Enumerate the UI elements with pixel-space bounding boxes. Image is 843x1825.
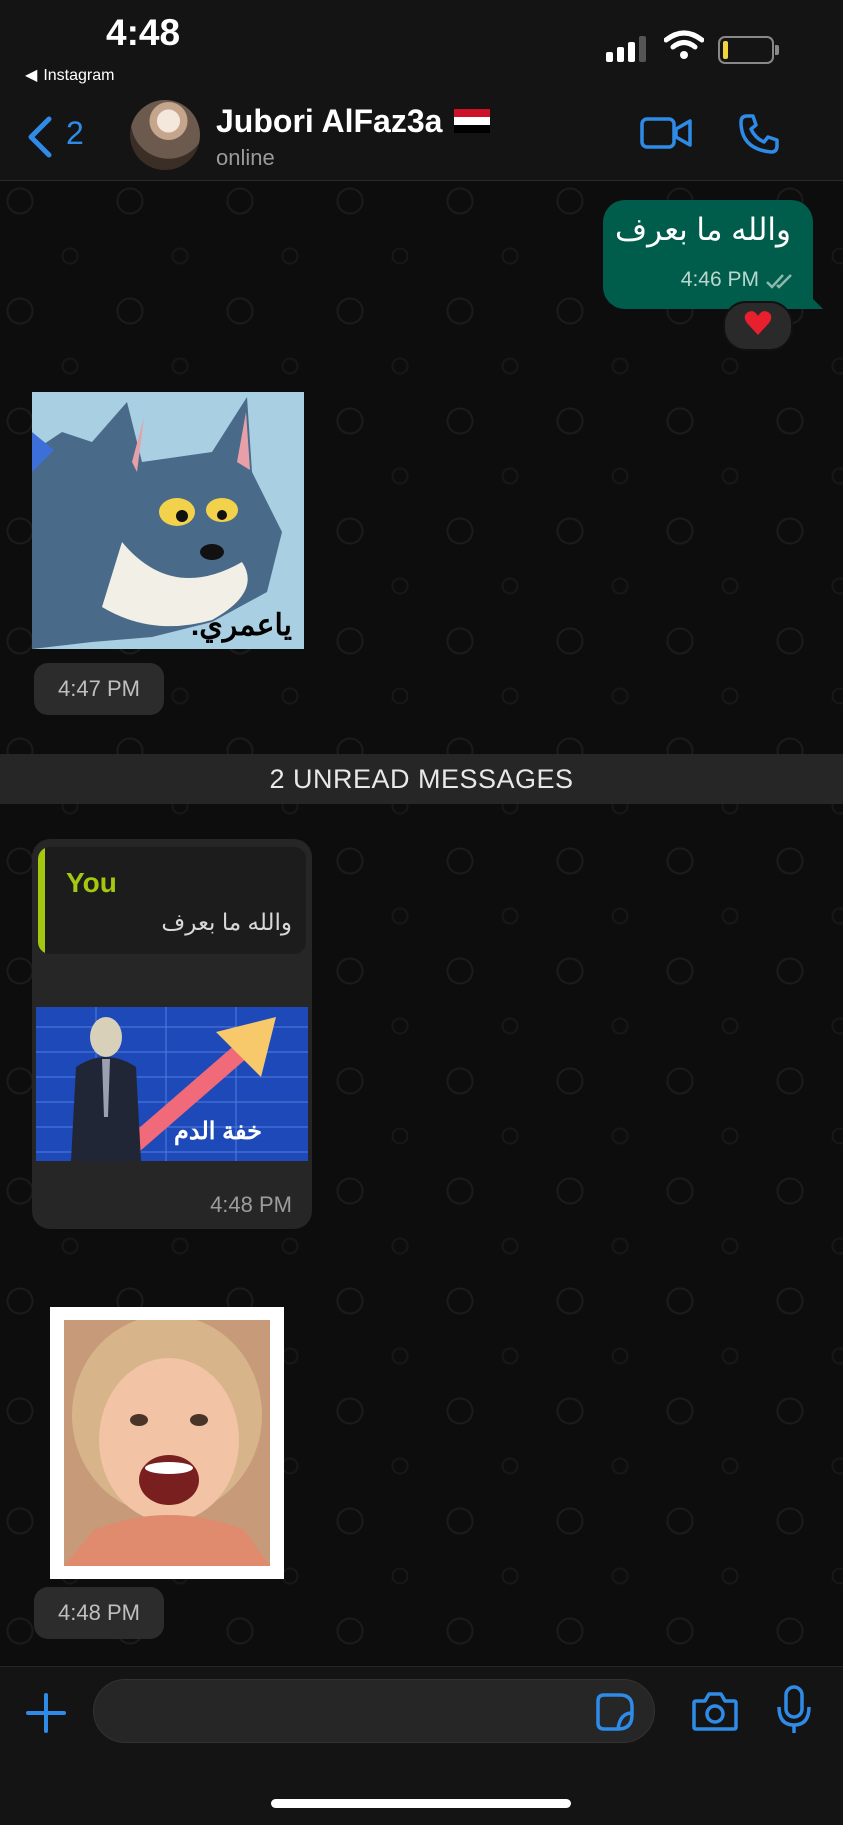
unread-messages-divider: 2 UNREAD MESSAGES <box>0 754 843 804</box>
back-triangle-icon: ◀ <box>25 67 38 84</box>
video-call-icon[interactable] <box>640 115 692 151</box>
signal-bars-icon <box>606 32 646 62</box>
sticker-caption: ياعمري. <box>190 609 292 642</box>
back-app-label: Instagram <box>43 67 115 84</box>
outgoing-message[interactable]: والله ما بعرف 4:46 PM <box>603 200 823 309</box>
double-check-icon <box>766 274 792 289</box>
battery-low-icon <box>718 36 779 64</box>
stonks-meme-image <box>36 1007 308 1161</box>
phone-call-icon[interactable] <box>738 113 780 155</box>
tom-cat-sticker[interactable]: ياعمري. <box>32 392 304 649</box>
message-input-bar <box>0 1666 843 1825</box>
message-input[interactable] <box>93 1679 655 1743</box>
iraq-flag-icon <box>454 108 491 133</box>
quote-author: You <box>66 867 117 898</box>
chat-header: 2 Jubori AlFaz3a online <box>0 95 843 181</box>
sticker-icon[interactable] <box>596 1693 634 1731</box>
laughing-girl-sticker[interactable] <box>50 1307 284 1579</box>
quoted-message[interactable]: You والله ما بعرف <box>38 847 306 954</box>
message-time: 4:46 PM <box>680 268 759 291</box>
back-to-app-link[interactable]: ◀ Instagram <box>25 60 120 86</box>
unread-chats-count[interactable]: 2 <box>66 115 84 152</box>
contact-name[interactable]: Jubori AlFaz3a <box>216 103 491 140</box>
heart-icon <box>744 311 772 335</box>
message-time: 4:48 PM <box>210 1192 292 1217</box>
message-text: والله ما بعرف <box>614 212 791 247</box>
wifi-icon <box>664 30 704 59</box>
status-bar: 4:48 ◀ Instagram <box>0 0 843 95</box>
message-time-pill: 4:48 PM <box>34 1587 164 1639</box>
chat-area[interactable]: والله ما بعرف 4:46 PM ياعمري. 4:47 PM 2 … <box>0 181 843 1665</box>
message-time-pill: 4:47 PM <box>34 663 164 715</box>
quote-text: والله ما بعرف <box>161 909 292 935</box>
microphone-icon[interactable] <box>776 1685 812 1735</box>
home-indicator[interactable] <box>271 1799 571 1808</box>
contact-avatar[interactable] <box>130 100 200 170</box>
reaction-badge[interactable] <box>723 301 793 351</box>
status-time: 4:48 <box>106 12 181 53</box>
quote-accent-bar <box>38 847 45 954</box>
contact-name-text: Jubori AlFaz3a <box>216 103 443 139</box>
plus-icon[interactable] <box>24 1691 68 1735</box>
contact-status: online <box>216 145 275 170</box>
camera-icon[interactable] <box>692 1691 738 1731</box>
laughing-girl-image <box>64 1320 270 1566</box>
meme-caption: خفة الدم <box>174 1118 262 1145</box>
back-chevron-icon[interactable] <box>25 115 55 159</box>
stonks-meme-sticker[interactable]: خفة الدم <box>36 1007 308 1161</box>
incoming-reply-message[interactable]: You والله ما بعرف خفة الدم 4:48 PM <box>32 839 312 1229</box>
